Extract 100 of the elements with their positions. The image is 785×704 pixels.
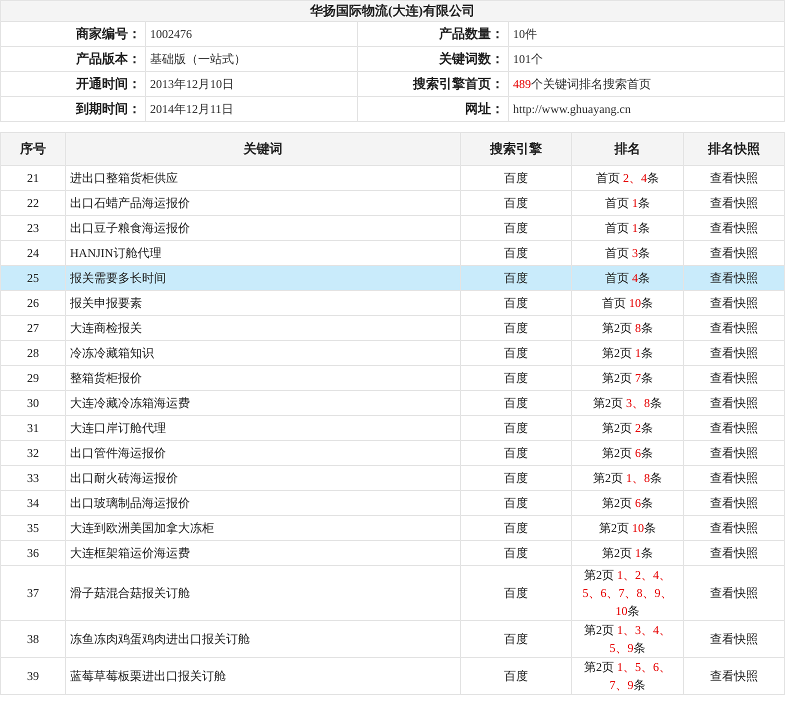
rank-text: 第2页 1、8条	[593, 470, 662, 487]
rank-text: 第2页 1条	[602, 345, 653, 362]
field-label: 到期时间：	[0, 96, 146, 122]
rank-text: 首页 1条	[605, 220, 650, 237]
table-row[interactable]: 37 滑子菇混合菇报关订舱 百度 第2页 1、2、4、5、6、7、8、9、10条 查看快照	[0, 566, 784, 620]
table-cell: 整箱货柜报价	[66, 366, 460, 390]
table-cell: 百度	[460, 658, 572, 694]
snapshot-link[interactable]: 查看快照	[710, 632, 758, 646]
field-label: 产品数量：	[358, 22, 508, 46]
table-cell: 26	[0, 290, 66, 316]
table-cell: 百度	[460, 466, 572, 490]
table-cell: 冷冻冷藏箱知识	[66, 340, 460, 366]
rank-text: 首页 1条	[605, 195, 650, 212]
table-cell: 百度	[460, 540, 572, 566]
table-cell: 34	[0, 490, 66, 516]
rank-text: 第2页 2条	[602, 420, 653, 437]
rank-text: 第2页 6条	[602, 445, 653, 462]
field-label: 产品版本：	[0, 46, 146, 72]
table-row[interactable]: 30 大连冷藏冷冻箱海运费 百度 第2页 3、8条 查看快照	[0, 390, 784, 416]
rank-text: 第2页 1、2、4、5、6、7、8、9、10条	[582, 567, 674, 620]
table-row[interactable]: 21 进出口整箱货柜供应 百度 首页 2、4条 查看快照	[0, 166, 784, 190]
table-row[interactable]: 28 冷冻冷藏箱知识 百度 第2页 1条 查看快照	[0, 340, 784, 366]
table-cell: 出口石蜡产品海运报价	[66, 190, 460, 216]
table-row[interactable]: 36 大连框架箱运价海运费 百度 第2页 1条 查看快照	[0, 540, 784, 566]
table-row[interactable]: 27 大连商检报关 百度 第2页 8条 查看快照	[0, 316, 784, 340]
table-row[interactable]: 35 大连到欧洲美国加拿大冻柜 百度 第2页 10条 查看快照	[0, 516, 784, 540]
table-cell: 35	[0, 516, 66, 540]
field-value: 2013年12月10日	[146, 72, 358, 96]
table-cell: 百度	[460, 290, 572, 316]
table-row[interactable]: 34 出口玻璃制品海运报价 百度 第2页 6条 查看快照	[0, 490, 784, 516]
field-label: 商家编号：	[0, 22, 146, 46]
table-row[interactable]: 26 报关申报要素 百度 首页 10条 查看快照	[0, 290, 784, 316]
table-row[interactable]: 29 整箱货柜报价 百度 第2页 7条 查看快照	[0, 366, 784, 390]
field-value: 489个关键词排名搜索首页	[508, 72, 784, 96]
column-header: 搜索引擎	[460, 132, 572, 166]
table-cell: 25	[0, 266, 66, 290]
table-cell: 百度	[460, 566, 572, 620]
table-cell: 38	[0, 620, 66, 658]
table-row[interactable]: 22 出口石蜡产品海运报价 百度 首页 1条 查看快照	[0, 190, 784, 216]
rank-text: 第2页 10条	[599, 520, 656, 537]
table-cell: 报关需要多长时间	[66, 266, 460, 290]
table-row[interactable]: 38 冻鱼冻肉鸡蛋鸡肉进出口报关订舱 百度 第2页 1、3、4、5、9条 查看快照	[0, 620, 784, 658]
column-header: 序号	[0, 132, 66, 166]
rank-text: 第2页 6条	[602, 495, 653, 512]
table-row[interactable]: 32 出口管件海运报价 百度 第2页 6条 查看快照	[0, 440, 784, 466]
table-cell: 百度	[460, 416, 572, 440]
table-cell: 百度	[460, 166, 572, 190]
table-cell: 冻鱼冻肉鸡蛋鸡肉进出口报关订舱	[66, 620, 460, 658]
snapshot-link[interactable]: 查看快照	[710, 668, 758, 682]
table-cell: 百度	[460, 516, 572, 540]
field-label: 关键词数：	[358, 46, 508, 72]
table-cell: 滑子菇混合菇报关订舱	[66, 566, 460, 620]
table-cell: 报关申报要素	[66, 290, 460, 316]
table-cell: 22	[0, 190, 66, 216]
rank-text: 第2页 8条	[602, 320, 653, 337]
rank-text: 第2页 3、8条	[593, 395, 662, 412]
table-cell: 出口管件海运报价	[66, 440, 460, 466]
rank-text: 首页 3条	[605, 245, 650, 262]
table-cell: 百度	[460, 390, 572, 416]
table-cell: 大连商检报关	[66, 316, 460, 340]
table-cell: 百度	[460, 366, 572, 390]
table-cell: 出口耐火砖海运报价	[66, 466, 460, 490]
table-cell: 百度	[460, 316, 572, 340]
table-row[interactable]: 39 蓝莓草莓板栗进出口报关订舱 百度 第2页 1、5、6、7、9条 查看快照	[0, 658, 784, 694]
table-row[interactable]: 33 出口耐火砖海运报价 百度 第2页 1、8条 查看快照	[0, 466, 784, 490]
table-cell: 百度	[460, 620, 572, 658]
field-value: 101个	[508, 46, 784, 72]
field-value: http://www.ghuayang.cn	[508, 96, 784, 122]
column-header: 关键词	[66, 132, 460, 166]
table-cell: 蓝莓草莓板栗进出口报关订舱	[66, 658, 460, 694]
table-cell: 27	[0, 316, 66, 340]
field-value: 2014年12月11日	[146, 96, 358, 122]
table-row[interactable]: 23 出口豆子粮食海运报价 百度 首页 1条 查看快照	[0, 216, 784, 240]
table-cell: 百度	[460, 266, 572, 290]
snapshot-link[interactable]: 查看快照	[710, 586, 758, 600]
field-value: 1002476	[146, 22, 358, 46]
rank-text: 首页 10条	[602, 295, 653, 312]
rank-text: 第2页 7条	[602, 370, 653, 387]
rank-text: 第2页 1、3、4、5、9条	[583, 622, 672, 657]
table-cell: 28	[0, 340, 66, 366]
table-cell: 大连口岸订舱代理	[66, 416, 460, 440]
table-cell: 百度	[460, 216, 572, 240]
rank-text: 首页 4条	[605, 270, 650, 287]
table-cell: 大连框架箱运价海运费	[66, 540, 460, 566]
table-cell: 32	[0, 440, 66, 466]
field-value: 10件	[508, 22, 784, 46]
table-row[interactable]: 25 报关需要多长时间 百度 首页 4条 查看快照	[0, 266, 784, 290]
rank-text: 第2页 1、5、6、7、9条	[583, 659, 672, 694]
table-cell: 30	[0, 390, 66, 416]
table-cell: 百度	[460, 440, 572, 466]
table-cell: 29	[0, 366, 66, 390]
table-cell: 39	[0, 658, 66, 694]
field-label: 搜索引擎首页：	[358, 72, 508, 96]
table-cell: 百度	[460, 190, 572, 216]
field-label: 开通时间：	[0, 72, 146, 96]
table-cell: 33	[0, 466, 66, 490]
table-cell: 进出口整箱货柜供应	[66, 166, 460, 190]
page-title: 华扬国际物流(大连)有限公司	[0, 0, 784, 22]
table-cell: 23	[0, 216, 66, 240]
table-row[interactable]: 31 大连口岸订舱代理 百度 第2页 2条 查看快照	[0, 416, 784, 440]
